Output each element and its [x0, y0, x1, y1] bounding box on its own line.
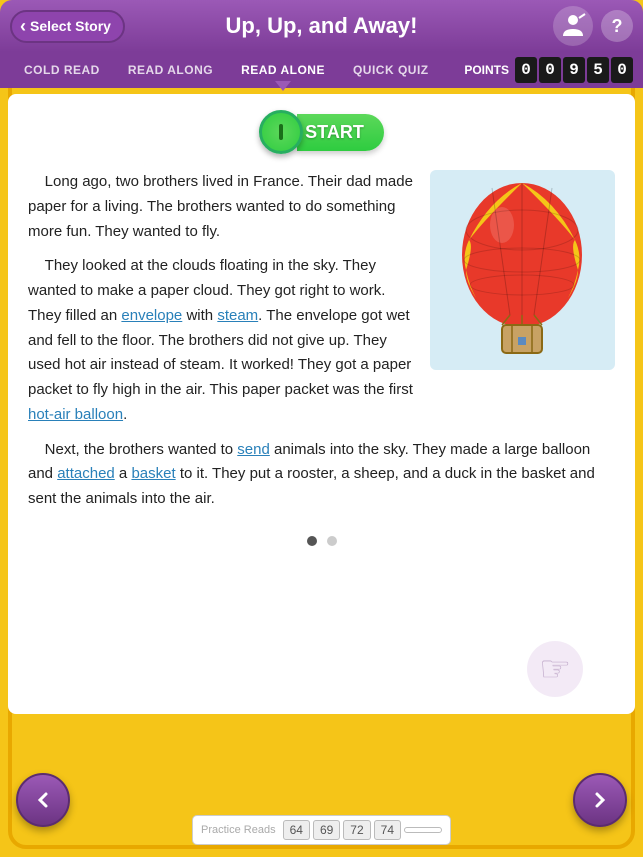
practice-reads-label: Practice Reads	[201, 824, 276, 836]
vocab-attached[interactable]: attached	[57, 465, 115, 482]
balloon-image	[430, 170, 615, 370]
teacher-icon[interactable]	[553, 6, 593, 46]
page-dot-2[interactable]	[327, 536, 337, 546]
points-digit-2: 9	[563, 57, 585, 83]
help-button[interactable]: ?	[601, 10, 633, 42]
page-dot-1[interactable]	[307, 536, 317, 546]
back-label: Select Story	[30, 18, 111, 34]
prev-page-button[interactable]	[16, 773, 70, 827]
points-digit-1: 0	[539, 57, 561, 83]
header-right: ?	[553, 6, 633, 46]
tab-cold-read[interactable]: COLD READ	[10, 57, 114, 83]
practice-score-4	[404, 827, 442, 833]
points-area: POINTS 0 0 9 5 0	[464, 57, 633, 83]
page-title: Up, Up, and Away!	[226, 13, 418, 39]
page-dots	[28, 536, 615, 546]
start-label: START	[297, 114, 384, 151]
points-digits: 0 0 9 5 0	[515, 57, 633, 83]
next-page-button[interactable]	[573, 773, 627, 827]
paragraph-3: Next, the brothers wanted to send animal…	[28, 438, 615, 512]
practice-reads: Practice Reads 64 69 72 74	[192, 815, 451, 845]
footer: Practice Reads 64 69 72 74	[0, 815, 643, 845]
points-label: POINTS	[464, 63, 509, 77]
practice-score-1: 69	[313, 820, 340, 840]
tab-read-alone[interactable]: READ ALONE	[227, 57, 339, 83]
practice-score-2: 72	[343, 820, 370, 840]
vocab-send[interactable]: send	[237, 441, 270, 458]
vocab-steam[interactable]: steam	[217, 307, 258, 324]
start-button-container: START	[28, 110, 615, 154]
svg-text:☞: ☞	[539, 648, 571, 689]
points-digit-0: 0	[515, 57, 537, 83]
content-area: START	[8, 94, 635, 714]
hand-icon: ☞	[525, 639, 585, 704]
vocab-basket[interactable]: basket	[131, 465, 175, 482]
start-circle-bar	[279, 124, 283, 140]
story-container: Long ago, two brothers lived in France. …	[28, 170, 615, 512]
chevron-left-icon: ‹	[20, 16, 26, 37]
vocab-envelope[interactable]: envelope	[121, 307, 182, 324]
points-digit-3: 5	[587, 57, 609, 83]
practice-score-3: 74	[374, 820, 401, 840]
back-button[interactable]: ‹ Select Story	[10, 10, 125, 43]
practice-score-0: 64	[283, 820, 310, 840]
points-digit-4: 0	[611, 57, 633, 83]
tab-quick-quiz[interactable]: QUICK QUIZ	[339, 57, 443, 83]
tab-read-along[interactable]: READ ALONG	[114, 57, 227, 83]
header: ‹ Select Story Up, Up, and Away! ?	[0, 0, 643, 52]
start-button[interactable]: START	[259, 110, 384, 154]
start-circle	[259, 110, 303, 154]
vocab-hot-air-balloon[interactable]: hot-air balloon	[28, 406, 123, 423]
nav-tabs: COLD READ READ ALONG READ ALONE QUICK QU…	[0, 52, 643, 88]
